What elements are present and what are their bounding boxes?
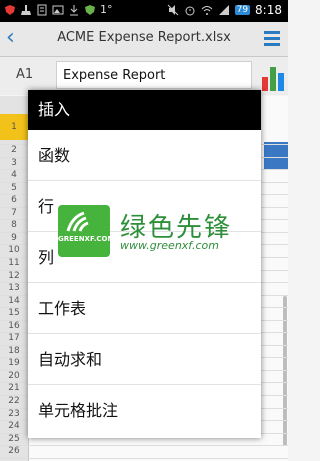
document-icon — [36, 4, 48, 16]
grid-line — [0, 457, 288, 459]
wifi-icon — [201, 4, 213, 16]
row-number[interactable]: 26 — [0, 446, 28, 456]
row-number[interactable]: 13 — [0, 283, 28, 293]
image-icon — [52, 4, 64, 16]
watermark-logo-text: GREENXF.COM — [58, 235, 115, 243]
row-number[interactable]: 10 — [0, 245, 28, 255]
row-number[interactable]: 17 — [0, 333, 28, 343]
dialog-title: 插入 — [28, 90, 261, 130]
row-number[interactable]: 18 — [0, 346, 28, 356]
watermark: GREENXF.COM 绿色先锋 www.greenxf.com — [58, 205, 258, 257]
status-bar: 1° 79 8:18 — [0, 0, 288, 22]
row-number[interactable]: 23 — [0, 409, 28, 419]
formula-input[interactable]: Expense Report — [56, 61, 252, 89]
battery-indicator: 79 — [234, 5, 251, 15]
row-number[interactable]: 1 — [0, 122, 28, 132]
row-number[interactable]: 5 — [0, 183, 28, 193]
insert-dialog: 插入 函数 行 列 工作表 自动求和 单元格批注 — [28, 90, 261, 438]
row-number[interactable]: 9 — [0, 233, 28, 243]
row-number[interactable]: 8 — [0, 220, 28, 230]
row-number[interactable]: 6 — [0, 195, 28, 205]
row-number[interactable]: 15 — [0, 308, 28, 318]
mute-icon — [167, 4, 179, 16]
row-number[interactable]: 2 — [0, 145, 28, 155]
watermark-logo-icon: GREENXF.COM — [58, 205, 115, 257]
security-shield-icon — [84, 4, 96, 16]
menu-item-autosum[interactable]: 自动求和 — [28, 334, 261, 385]
alarm-icon — [184, 4, 196, 16]
menu-item-cell-comment[interactable]: 单元格批注 — [28, 385, 261, 436]
clock: 8:18 — [255, 3, 282, 17]
menu-item-function[interactable]: 函数 — [28, 130, 261, 181]
row-number[interactable]: 3 — [0, 158, 28, 168]
status-bar-right: 79 8:18 — [167, 3, 282, 17]
row-number[interactable]: 11 — [0, 258, 28, 268]
document-title: ACME Expense Report.xlsx — [57, 30, 231, 45]
shield-icon — [4, 4, 16, 16]
vertical-scrollbar[interactable] — [283, 296, 287, 446]
row-number[interactable]: 25 — [0, 434, 28, 444]
signal-icon — [218, 4, 230, 16]
row-number[interactable]: 4 — [0, 170, 28, 180]
download-icon — [68, 4, 80, 16]
chart-icon[interactable] — [260, 63, 286, 91]
cell-reference: A1 — [16, 67, 34, 82]
row-number[interactable]: 19 — [0, 358, 28, 368]
menu-button[interactable] — [264, 28, 280, 48]
status-bar-left: 1° — [4, 3, 113, 16]
row-number[interactable]: 24 — [0, 421, 28, 431]
row-number[interactable]: 14 — [0, 296, 28, 306]
row-number[interactable]: 16 — [0, 321, 28, 331]
row-number[interactable]: 20 — [0, 371, 28, 381]
row-number[interactable]: 7 — [0, 208, 28, 218]
watermark-url: www.greenxf.com — [120, 239, 219, 252]
temperature-text: 1° — [100, 3, 113, 16]
grid-line — [0, 445, 288, 447]
row-number[interactable]: 21 — [0, 383, 28, 393]
app-header: ‹ ACME Expense Report.xlsx — [0, 22, 288, 57]
row-number[interactable]: 22 — [0, 396, 28, 406]
row-number[interactable]: 12 — [0, 271, 28, 281]
menu-item-worksheet[interactable]: 工作表 — [28, 283, 261, 334]
broom-icon — [20, 4, 32, 16]
